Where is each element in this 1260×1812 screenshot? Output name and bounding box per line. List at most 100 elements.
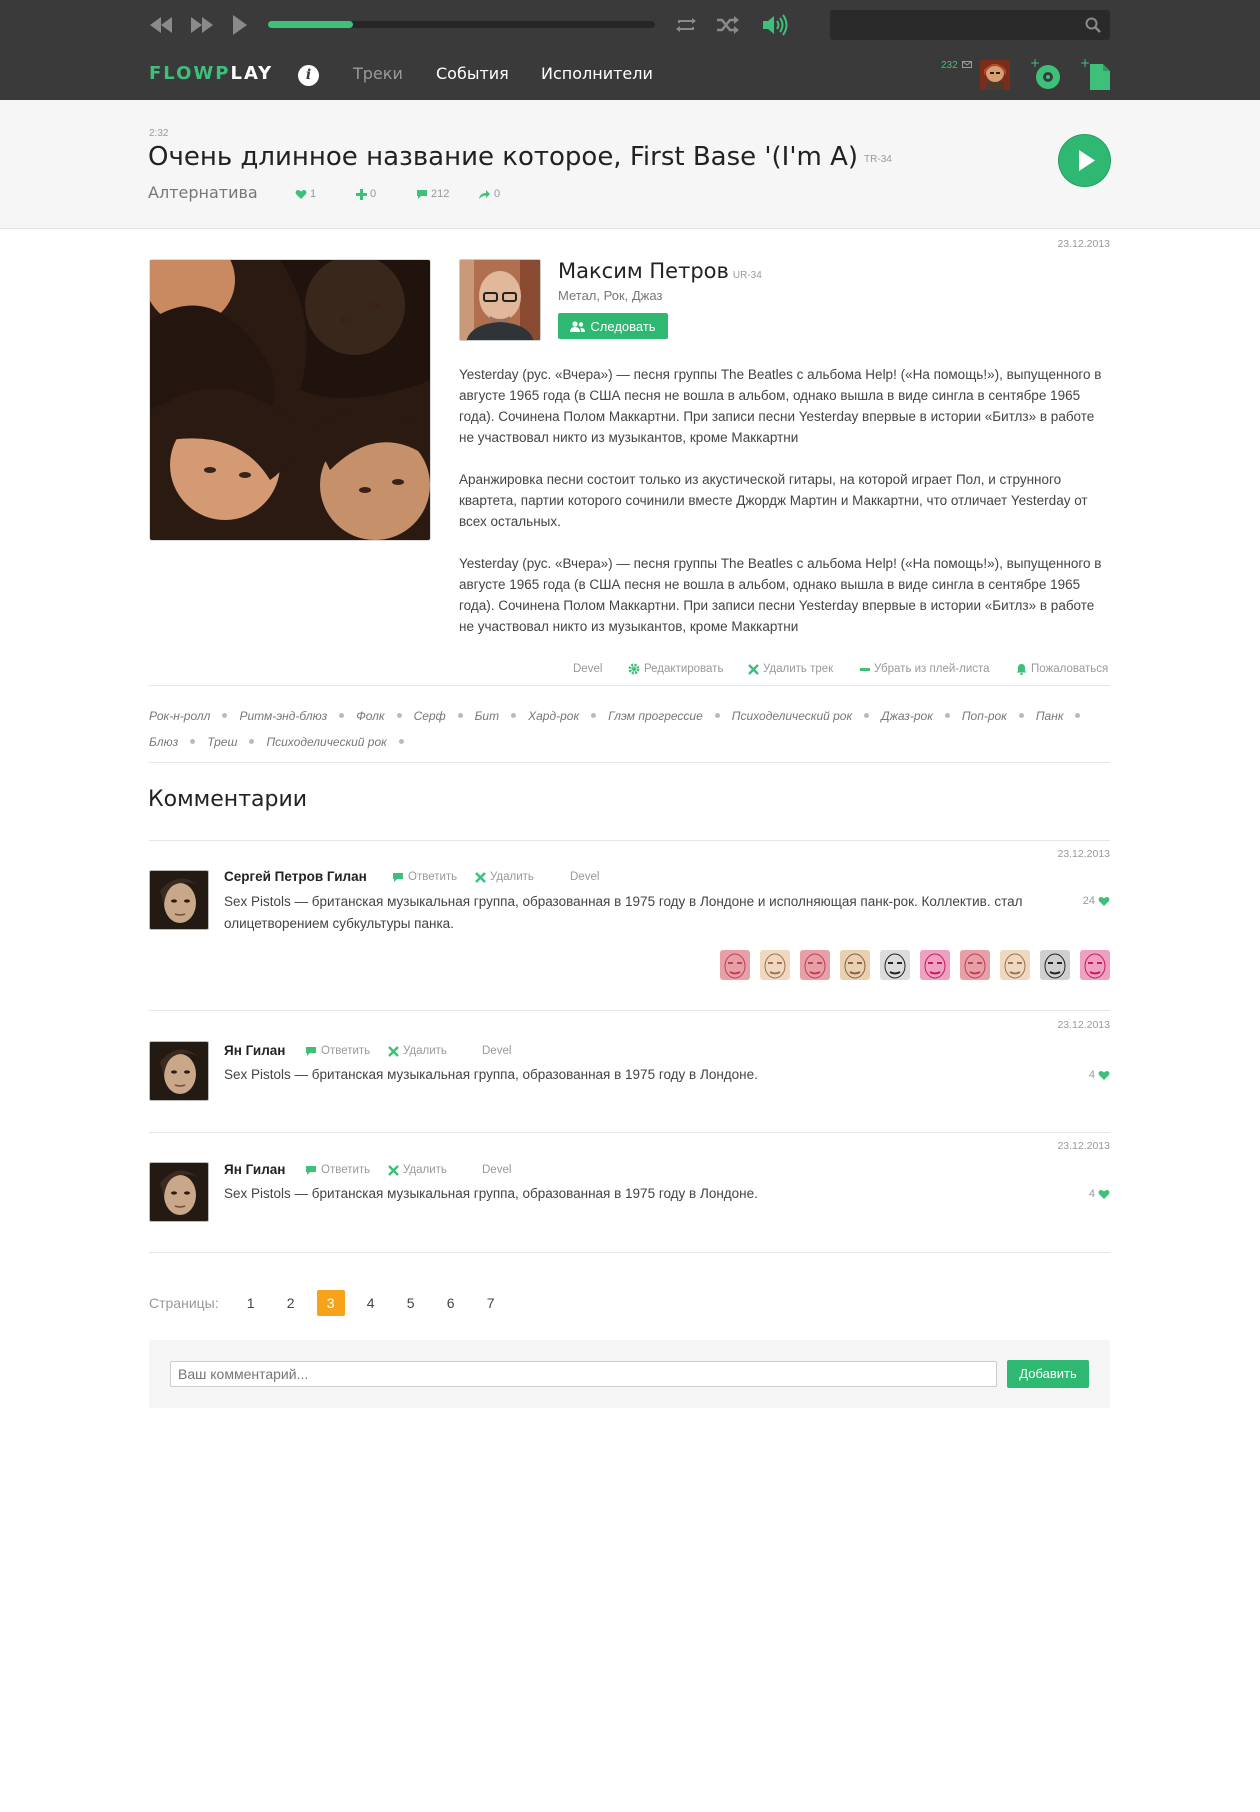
tag-link[interactable]: Джаз-рок — [881, 709, 933, 723]
devel-link[interactable]: Devel — [482, 1045, 511, 1057]
reply-button[interactable]: Ответить — [305, 1045, 370, 1057]
play-icon[interactable] — [232, 12, 248, 38]
nav-artists[interactable]: Исполнители — [541, 64, 653, 83]
shuffle-icon[interactable] — [716, 12, 740, 38]
comment-author[interactable]: Сергей Петров Гилан — [224, 869, 367, 884]
add-album-icon[interactable]: + — [1030, 56, 1062, 95]
delete-comment-button[interactable]: Удалить — [475, 871, 534, 883]
follow-button[interactable]: Следовать — [558, 313, 668, 339]
comment-likes[interactable]: 24 — [1083, 895, 1110, 907]
track-title-text: Очень длинное название которое, First Ba… — [148, 142, 859, 172]
tag-link[interactable]: Поп-рок — [962, 709, 1007, 723]
delete-track-button[interactable]: Удалить трек — [748, 663, 833, 675]
divider — [149, 1010, 1110, 1011]
tag-link[interactable]: Психоделический рок — [266, 735, 386, 749]
page-link[interactable]: 3 — [316, 1290, 345, 1316]
comment-likes[interactable]: 4 — [1089, 1188, 1110, 1200]
shares-stat[interactable]: 0 — [478, 188, 500, 200]
page-link[interactable]: 1 — [237, 1290, 265, 1316]
play-track-button[interactable] — [1059, 135, 1110, 186]
liked-by-avatar[interactable] — [1000, 950, 1030, 980]
liked-by-avatar[interactable] — [720, 950, 750, 980]
repeat-icon[interactable] — [675, 12, 697, 38]
comment-author[interactable]: Ян Гилан — [224, 1162, 285, 1177]
volume-icon[interactable] — [762, 12, 790, 38]
user-avatar[interactable] — [980, 60, 1010, 90]
likes-stat[interactable]: 1 — [295, 188, 316, 200]
liked-by-avatar[interactable] — [960, 950, 990, 980]
tag-link[interactable]: Фолк — [356, 709, 384, 723]
tag-separator — [249, 739, 255, 744]
tag-link[interactable]: Психоделический рок — [732, 709, 852, 723]
divider — [149, 1252, 1110, 1253]
tag-link[interactable]: Глэм прогрессие — [608, 709, 703, 723]
adds-stat[interactable]: 0 — [356, 188, 376, 200]
reply-button[interactable]: Ответить — [392, 871, 457, 883]
search-input[interactable] — [830, 10, 1110, 40]
devel-link[interactable]: Devel — [573, 663, 602, 675]
delete-comment-button[interactable]: Удалить — [388, 1045, 447, 1057]
liked-by-avatar[interactable] — [760, 950, 790, 980]
tag-link[interactable]: Хард-рок — [528, 709, 579, 723]
svg-text:+: + — [1030, 58, 1040, 70]
remove-from-playlist-button[interactable]: Убрать из плей-листа — [860, 663, 990, 675]
post-paragraph: Yesterday (рус. «Вчера») — песня группы … — [459, 367, 1102, 445]
album-cover[interactable] — [149, 259, 431, 541]
info-icon[interactable]: i — [298, 65, 319, 86]
edit-button[interactable]: Редактировать — [628, 663, 723, 675]
logo[interactable]: FLOWPLAY — [149, 63, 273, 84]
liked-by-avatar[interactable] — [880, 950, 910, 980]
tag-separator — [864, 713, 870, 718]
svg-text:+: + — [1080, 58, 1090, 70]
page-link[interactable]: 4 — [357, 1290, 385, 1316]
comments-title: Комментарии — [148, 787, 308, 812]
comments-stat[interactable]: 212 — [416, 188, 449, 200]
next-icon[interactable] — [190, 12, 214, 38]
liked-by-avatar[interactable] — [800, 950, 830, 980]
nav-events[interactable]: События — [436, 64, 509, 83]
logo-part: LAY — [230, 63, 274, 84]
delete-comment-button[interactable]: Удалить — [388, 1164, 447, 1176]
tag-link[interactable]: Серф — [414, 709, 446, 723]
artist-code: UR-34 — [732, 270, 762, 281]
add-comment-button[interactable]: Добавить — [1007, 1360, 1089, 1388]
nav-tracks[interactable]: Треки — [353, 64, 403, 83]
liked-by-avatar[interactable] — [1080, 950, 1110, 980]
devel-link[interactable]: Devel — [570, 871, 599, 883]
artist-name[interactable]: Максим Петров UR-34 — [558, 259, 762, 283]
report-button[interactable]: Пожаловаться — [1016, 663, 1108, 675]
comment-avatar[interactable] — [149, 870, 209, 930]
liked-by-avatar[interactable] — [1040, 950, 1070, 980]
search-icon[interactable] — [1085, 17, 1101, 38]
playback-progress[interactable] — [268, 21, 655, 28]
page-link[interactable]: 5 — [397, 1290, 425, 1316]
comment-avatar[interactable] — [149, 1162, 209, 1222]
page-link[interactable]: 7 — [477, 1290, 505, 1316]
tag-link[interactable]: Панк — [1036, 709, 1064, 723]
message-count[interactable]: 232 — [941, 60, 973, 71]
comment-input[interactable] — [170, 1361, 997, 1387]
tag-link[interactable]: Треш — [207, 735, 237, 749]
liked-by-avatar[interactable] — [920, 950, 950, 980]
tag-separator — [339, 713, 345, 718]
comment-avatar[interactable] — [149, 1041, 209, 1101]
tag-link[interactable]: Блюз — [149, 735, 178, 749]
previous-icon[interactable] — [149, 12, 173, 38]
devel-link[interactable]: Devel — [482, 1164, 511, 1176]
comment-text: Sex Pistols — британская музыкальная гру… — [224, 1067, 758, 1082]
close-icon — [475, 871, 486, 883]
track-genre[interactable]: Алтернатива — [148, 183, 258, 202]
tag-link[interactable]: Рок-н-ролл — [149, 709, 210, 723]
liked-by-avatar[interactable] — [840, 950, 870, 980]
reply-button[interactable]: Ответить — [305, 1164, 370, 1176]
add-file-icon[interactable]: + — [1080, 56, 1112, 95]
page-link[interactable]: 6 — [437, 1290, 465, 1316]
comment-author[interactable]: Ян Гилан — [224, 1043, 285, 1058]
tag-link[interactable]: Ритм-энд-блюз — [239, 709, 327, 723]
post-paragraph: Аранжировка песни состоит только из акус… — [459, 472, 1088, 529]
comment-likes[interactable]: 4 — [1089, 1069, 1110, 1081]
share-icon — [479, 189, 490, 199]
tag-link[interactable]: Бит — [475, 709, 499, 723]
artist-avatar[interactable] — [459, 259, 541, 341]
page-link[interactable]: 2 — [277, 1290, 305, 1316]
